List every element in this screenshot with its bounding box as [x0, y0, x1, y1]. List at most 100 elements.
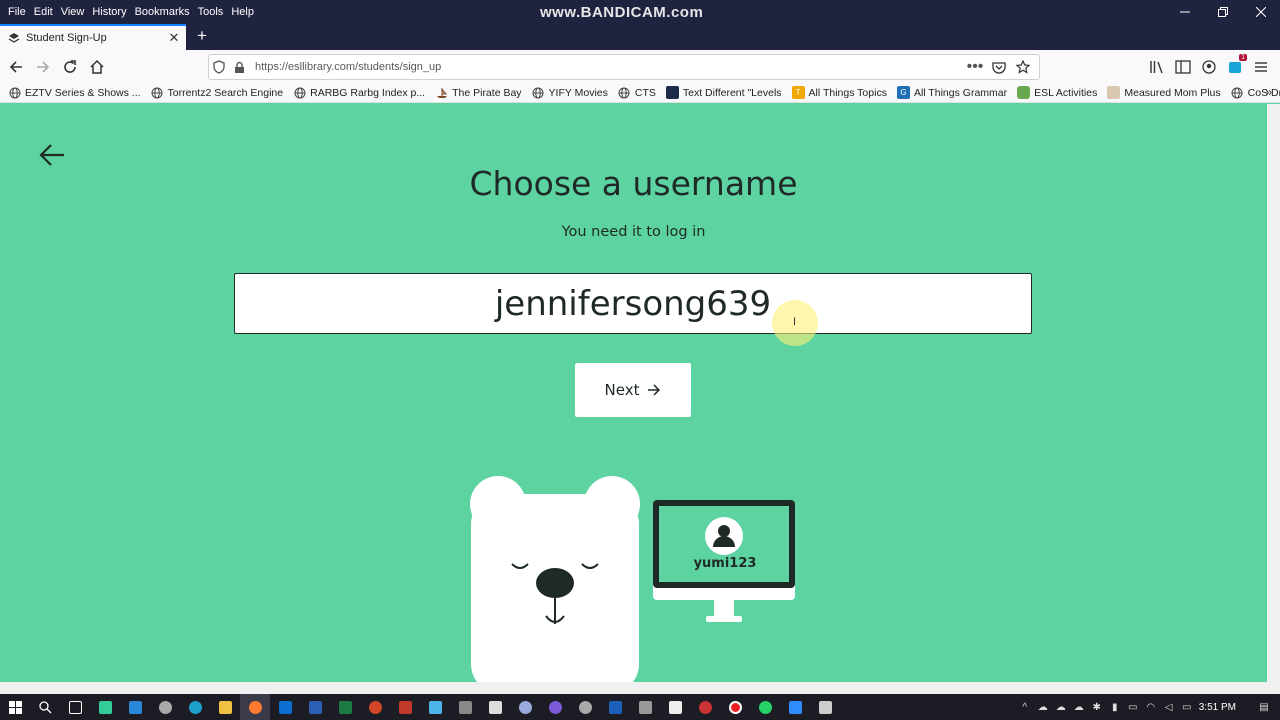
menu-help[interactable]: Help [227, 6, 258, 18]
minimize-button[interactable] [1166, 0, 1204, 24]
task-view-icon[interactable] [60, 694, 90, 720]
tracking-shield-icon[interactable] [209, 57, 229, 77]
menu-edit[interactable]: Edit [30, 6, 57, 18]
arrow-left-icon [9, 61, 22, 73]
zoom-icon[interactable] [780, 694, 810, 720]
globe-icon [532, 86, 545, 99]
polar-bear-illustration [470, 476, 640, 682]
globe-icon [293, 86, 306, 99]
tab-close-icon[interactable]: ✕ [166, 30, 182, 46]
onedrive-icon[interactable]: ☁ [1073, 701, 1085, 713]
home-button[interactable] [87, 57, 107, 77]
url-text[interactable]: https://esllibrary.com/students/sign_up [255, 61, 965, 73]
bookmark-cts[interactable]: CTS [618, 86, 656, 99]
windows-start-icon[interactable] [0, 694, 30, 720]
bookmark-text-different-levels[interactable]: Text Different "Levels [665, 86, 782, 99]
settings-gear-icon[interactable] [150, 694, 180, 720]
app-icon[interactable] [120, 694, 150, 720]
tab-strip: Student Sign-Up ✕ + [0, 24, 1280, 50]
app-icon[interactable] [510, 694, 540, 720]
search-icon[interactable] [30, 694, 60, 720]
whatsapp-icon[interactable] [750, 694, 780, 720]
microphone-icon[interactable]: ▮ [1109, 701, 1121, 713]
edge-browser-icon[interactable] [180, 694, 210, 720]
photos-icon[interactable] [810, 694, 840, 720]
bluetooth-icon[interactable]: ✱ [1091, 701, 1103, 713]
page-actions-icon[interactable]: ••• [965, 57, 985, 77]
reload-icon [64, 60, 76, 73]
sidebar-icon[interactable] [1174, 57, 1192, 77]
pdf-icon[interactable] [660, 694, 690, 720]
bookmarks-overflow-chevron-icon[interactable]: » [1265, 85, 1272, 99]
app-icon[interactable] [690, 694, 720, 720]
extension-icon[interactable]: 1 [1226, 54, 1247, 77]
powerpoint-icon[interactable] [360, 694, 390, 720]
menu-history[interactable]: History [88, 6, 130, 18]
battery-icon[interactable]: ▭ [1127, 701, 1139, 713]
bookmark-measured-mom[interactable]: Measured Mom Plus [1107, 86, 1221, 99]
notifications-icon[interactable]: ▤ [1258, 701, 1270, 713]
forward-button[interactable] [33, 57, 53, 77]
excel-icon[interactable] [330, 694, 360, 720]
app-icon[interactable] [390, 694, 420, 720]
globe-icon [1231, 86, 1244, 99]
vertical-scrollbar[interactable] [1267, 104, 1280, 682]
menu-tools[interactable]: Tools [194, 6, 228, 18]
bookmark-esl-activities[interactable]: ESL Activities [1017, 86, 1097, 99]
restore-button[interactable] [1204, 0, 1242, 24]
app-icon[interactable] [420, 694, 450, 720]
bookmark-rarbg[interactable]: RARBG Rarbg Index p... [293, 86, 425, 99]
maps-icon[interactable] [540, 694, 570, 720]
tab-student-sign-up[interactable]: Student Sign-Up ✕ [0, 24, 186, 50]
close-window-button[interactable] [1242, 0, 1280, 24]
globe-icon [8, 86, 21, 99]
new-tab-plus-icon[interactable]: + [192, 26, 212, 46]
hamburger-menu-icon[interactable] [1252, 57, 1270, 77]
outlook-icon[interactable] [270, 694, 300, 720]
horizontal-scrollbar[interactable] [0, 682, 1280, 694]
book-icon [1107, 86, 1121, 99]
app-icon[interactable] [630, 694, 660, 720]
account-icon[interactable] [1200, 57, 1218, 77]
firefox-icon[interactable] [240, 694, 270, 720]
username-input[interactable] [234, 273, 1032, 334]
menu-view[interactable]: View [57, 6, 89, 18]
bookmark-pirate-bay[interactable]: The Pirate Bay [435, 86, 522, 99]
bookmark-all-things-grammar[interactable]: G All Things Grammar [896, 86, 1007, 99]
cloud-icon[interactable]: ☁ [1055, 701, 1067, 713]
bookmark-torrentz2[interactable]: Torrentz2 Search Engine [151, 86, 283, 99]
back-button[interactable] [6, 57, 26, 77]
reload-button[interactable] [60, 57, 80, 77]
onedrive-icon[interactable]: ☁ [1037, 701, 1049, 713]
next-button[interactable]: Next [575, 363, 691, 417]
calculator-icon[interactable] [480, 694, 510, 720]
record-icon[interactable] [720, 694, 750, 720]
address-bar[interactable]: https://esllibrary.com/students/sign_up … [208, 54, 1040, 80]
bookmark-star-icon[interactable] [1013, 57, 1033, 77]
app-icon[interactable] [570, 694, 600, 720]
clock-time[interactable]: 3:51 PM [1199, 702, 1236, 713]
display-icon[interactable]: ▭ [1181, 701, 1193, 713]
menu-file[interactable]: File [4, 6, 30, 18]
library-icon[interactable] [1148, 57, 1166, 77]
wifi-icon[interactable]: ◠ [1145, 701, 1157, 713]
restore-icon [1218, 7, 1228, 17]
word-icon[interactable] [300, 694, 330, 720]
bookmark-all-things-topics[interactable]: T All Things Topics [791, 86, 887, 99]
system-tray: ^ ☁ ☁ ☁ ✱ ▮ ▭ ◠ ◁ ▭ 3:51 PM ▤ [1019, 694, 1280, 720]
close-icon [1256, 7, 1266, 17]
pocket-icon[interactable] [989, 57, 1009, 77]
store-icon[interactable] [450, 694, 480, 720]
bookmark-cos-drop-in[interactable]: CoS Drop-In [1231, 86, 1280, 99]
bookmark-yify[interactable]: YIFY Movies [532, 86, 608, 99]
app-icon[interactable] [600, 694, 630, 720]
windows-taskbar: ^ ☁ ☁ ☁ ✱ ▮ ▭ ◠ ◁ ▭ 3:51 PM ▤ [0, 694, 1280, 720]
file-explorer-icon[interactable] [210, 694, 240, 720]
chevron-up-icon[interactable]: ^ [1019, 701, 1031, 713]
volume-icon[interactable]: ◁ [1163, 701, 1175, 713]
lock-icon[interactable] [229, 57, 249, 77]
monitor-username-label: yumi123 [693, 556, 757, 571]
app-icon[interactable] [90, 694, 120, 720]
bookmark-eztv[interactable]: EZTV Series & Shows ... [8, 86, 141, 99]
menu-bookmarks[interactable]: Bookmarks [131, 6, 194, 18]
